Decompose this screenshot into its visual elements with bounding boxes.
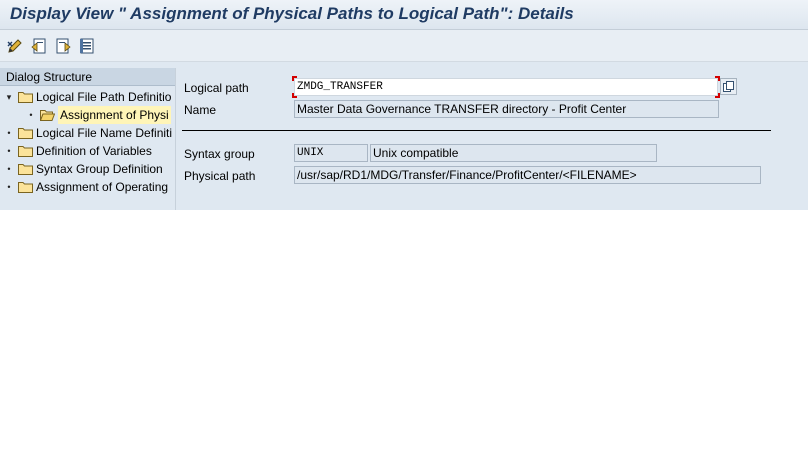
syntax-group-label: Syntax group bbox=[184, 147, 255, 161]
previous-entry-icon[interactable] bbox=[30, 37, 48, 55]
tree-item-label: Assignment of Physi bbox=[58, 106, 171, 124]
section-divider bbox=[182, 130, 771, 131]
details-panel: Logical path ZMDG_TRANSFER Name Master D… bbox=[178, 68, 808, 210]
physical-path-label: Physical path bbox=[184, 169, 256, 183]
syntax-group-description: Unix compatible bbox=[370, 144, 657, 162]
overview-icon[interactable] bbox=[78, 37, 96, 55]
title-bar: Display View " Assignment of Physical Pa… bbox=[0, 0, 808, 30]
folder-icon bbox=[18, 145, 33, 157]
display-change-icon[interactable] bbox=[6, 37, 24, 55]
tree-item-logical-file-name-definition[interactable]: • Logical File Name Definiti bbox=[4, 124, 172, 142]
focus-marker bbox=[292, 93, 297, 98]
dialog-structure-panel: Dialog Structure ▾ Logical File Path Def… bbox=[0, 68, 176, 210]
application-toolbar bbox=[0, 30, 808, 62]
value-help-button[interactable] bbox=[720, 78, 737, 95]
tree-item-definition-of-variables[interactable]: • Definition of Variables bbox=[4, 142, 152, 160]
bullet-icon: • bbox=[7, 128, 11, 138]
folder-icon bbox=[18, 91, 33, 103]
logical-path-field[interactable]: ZMDG_TRANSFER bbox=[294, 78, 718, 96]
name-field[interactable]: Master Data Governance TRANSFER director… bbox=[294, 100, 719, 118]
tree-item-assignment-of-operating-system[interactable]: • Assignment of Operating bbox=[4, 178, 168, 196]
open-folder-icon bbox=[40, 109, 55, 121]
window-title: Display View " Assignment of Physical Pa… bbox=[10, 4, 574, 23]
folder-icon bbox=[18, 127, 33, 139]
logical-path-label: Logical path bbox=[184, 81, 249, 95]
bullet-icon: • bbox=[7, 146, 11, 156]
expand-arrow-icon[interactable]: ▾ bbox=[4, 88, 14, 106]
folder-icon bbox=[18, 163, 33, 175]
tree-item-label: Assignment of Operating bbox=[36, 180, 169, 194]
bullet-icon: • bbox=[7, 164, 11, 174]
tree-item-label: Syntax Group Definition bbox=[36, 162, 163, 176]
tree-item-label: Logical File Path Definitio bbox=[36, 90, 172, 104]
bullet-icon: • bbox=[7, 182, 11, 192]
tree-item-logical-file-path-definition[interactable]: ▾ Logical File Path Definitio bbox=[4, 88, 172, 106]
focus-marker bbox=[292, 76, 297, 81]
value-help-icon bbox=[723, 81, 734, 92]
physical-path-field[interactable]: /usr/sap/RD1/MDG/Transfer/Finance/Profit… bbox=[294, 166, 761, 184]
tree-item-assignment-of-physical-paths[interactable]: • Assignment of Physi bbox=[26, 106, 171, 124]
name-label: Name bbox=[184, 103, 217, 117]
tree-item-label: Definition of Variables bbox=[36, 144, 152, 158]
next-entry-icon[interactable] bbox=[54, 37, 72, 55]
work-area: Dialog Structure ▾ Logical File Path Def… bbox=[0, 62, 808, 210]
tree-item-label: Logical File Name Definiti bbox=[36, 126, 173, 140]
tree-item-syntax-group-definition[interactable]: • Syntax Group Definition bbox=[4, 160, 163, 178]
dialog-structure-header: Dialog Structure bbox=[0, 68, 175, 86]
folder-icon bbox=[18, 181, 33, 193]
syntax-group-field[interactable]: UNIX bbox=[294, 144, 368, 162]
bullet-icon: • bbox=[29, 110, 33, 120]
